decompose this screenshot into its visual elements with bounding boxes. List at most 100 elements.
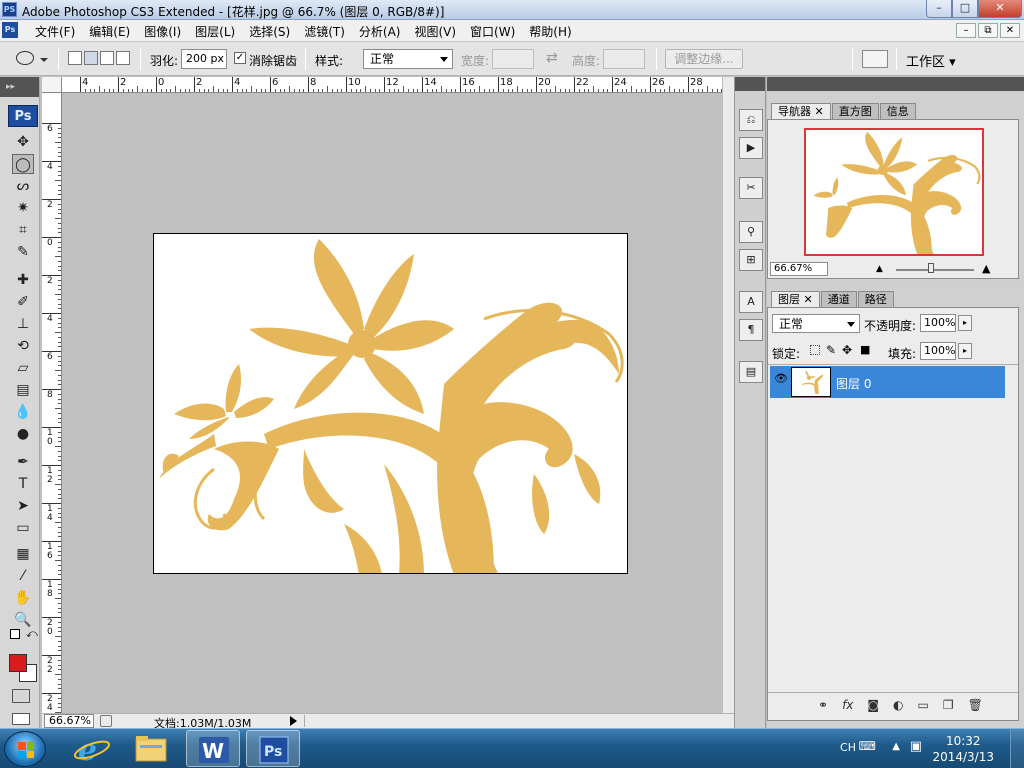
new-group-icon[interactable]: ▭ bbox=[918, 698, 929, 712]
link-layers-icon[interactable]: ⚭ bbox=[818, 698, 828, 712]
type-tool-icon[interactable]: T bbox=[12, 474, 34, 494]
eraser-tool-icon[interactable]: ▱ bbox=[12, 358, 34, 378]
new-selection-icon[interactable] bbox=[68, 51, 82, 65]
new-layer-icon[interactable]: ❐ bbox=[943, 698, 954, 712]
navigator-zoom-input[interactable]: 66.67% bbox=[770, 262, 828, 276]
intersect-selection-icon[interactable] bbox=[116, 51, 130, 65]
add-mask-icon[interactable]: ◙ bbox=[867, 698, 879, 712]
fill-input[interactable]: 100% bbox=[920, 342, 956, 360]
height-input[interactable] bbox=[603, 49, 645, 69]
tool-presets-icon[interactable]: ✂ bbox=[739, 177, 763, 199]
add-selection-icon[interactable] bbox=[84, 51, 98, 65]
menu-analysis[interactable]: 分析(A) bbox=[352, 23, 408, 40]
lock-all-icon[interactable]: ■ bbox=[860, 343, 870, 356]
clock[interactable]: 10:32 2014/3/13 bbox=[932, 733, 994, 765]
minimize-button[interactable]: – bbox=[926, 0, 952, 18]
layer-thumbnail[interactable] bbox=[791, 367, 831, 397]
navigator-preview[interactable] bbox=[804, 128, 984, 256]
tab-navigator[interactable]: 导航器 ✕ bbox=[771, 103, 831, 119]
history-brush-tool-icon[interactable]: ⟲ bbox=[12, 336, 34, 356]
foreground-color-swatch[interactable] bbox=[9, 654, 27, 672]
subtract-selection-icon[interactable] bbox=[100, 51, 114, 65]
panel-dock-header[interactable] bbox=[735, 77, 765, 91]
maximize-button[interactable]: □ bbox=[952, 0, 978, 18]
taskbar-ie[interactable]: e bbox=[64, 730, 118, 768]
show-hidden-icons-icon[interactable]: ▲ bbox=[892, 741, 900, 752]
gradient-tool-icon[interactable]: ▤ bbox=[12, 380, 34, 400]
menu-layer[interactable]: 图层(L) bbox=[188, 23, 242, 40]
panels-header[interactable] bbox=[767, 77, 1024, 91]
opacity-dropdown-icon[interactable]: ▸ bbox=[958, 315, 972, 331]
pen-tool-icon[interactable]: ✒ bbox=[12, 452, 34, 472]
brush-tool-icon[interactable]: ✐ bbox=[12, 292, 34, 312]
network-icon[interactable]: ▣ bbox=[910, 739, 922, 754]
zoom-slider[interactable] bbox=[896, 269, 974, 271]
fill-dropdown-icon[interactable]: ▸ bbox=[958, 343, 972, 359]
dodge-tool-icon[interactable]: ● bbox=[12, 424, 34, 444]
menu-select[interactable]: 选择(S) bbox=[242, 23, 297, 40]
start-button[interactable] bbox=[4, 731, 46, 767]
antialias-checkbox[interactable]: ✓ bbox=[234, 52, 246, 64]
magic-wand-tool-icon[interactable]: ✷ bbox=[12, 198, 34, 218]
actions-panel-icon[interactable]: ▶ bbox=[739, 137, 763, 159]
screen-mode-icon[interactable] bbox=[12, 713, 30, 725]
zoom-slider-handle[interactable] bbox=[928, 263, 934, 273]
default-colors-icon[interactable] bbox=[10, 629, 20, 639]
slice-tool-icon[interactable]: ✎ bbox=[12, 242, 34, 262]
rectangle-tool-icon[interactable]: ▭ bbox=[12, 518, 34, 538]
input-language-indicator[interactable]: CH bbox=[840, 741, 856, 754]
brushes-panel-icon[interactable]: ⚲ bbox=[739, 221, 763, 243]
bridge-icon[interactable] bbox=[862, 50, 888, 68]
zoom-out-icon[interactable]: ▲ bbox=[876, 264, 883, 274]
show-desktop-button[interactable] bbox=[1010, 729, 1024, 768]
style-select[interactable]: 正常 bbox=[363, 49, 453, 69]
blend-mode-select[interactable]: 正常 bbox=[772, 314, 860, 333]
hand-tool-icon[interactable]: ✋ bbox=[12, 588, 34, 608]
clone-source-icon[interactable]: ⊞ bbox=[739, 249, 763, 271]
taskbar-word[interactable]: W bbox=[186, 730, 240, 767]
menu-filter[interactable]: 滤镜(T) bbox=[297, 23, 352, 40]
path-selection-tool-icon[interactable]: ➤ bbox=[12, 496, 34, 516]
fx-icon[interactable]: fx bbox=[842, 698, 853, 712]
crop-tool-icon[interactable]: ⌗ bbox=[12, 220, 34, 240]
horizontal-ruler[interactable]: 4 2 0 2 4 6 8 10 12 14 16 18 20 22 24 26 28 bbox=[62, 77, 722, 93]
history-panel-icon[interactable]: ⎌ bbox=[739, 109, 763, 131]
menu-image[interactable]: 图像(I) bbox=[137, 23, 188, 40]
doc-close-button[interactable]: ✕ bbox=[1000, 23, 1020, 38]
lock-position-icon[interactable]: ✥ bbox=[842, 343, 852, 357]
elliptical-marquee-tool-icon[interactable]: ◯ bbox=[12, 154, 34, 174]
swap-icon[interactable]: ⇄ bbox=[546, 50, 558, 66]
notes-tool-icon[interactable]: ▦ bbox=[12, 544, 34, 564]
menu-view[interactable]: 视图(V) bbox=[407, 23, 463, 40]
lock-transparent-icon[interactable] bbox=[810, 345, 820, 355]
tab-layers[interactable]: 图层 ✕ bbox=[771, 291, 820, 307]
width-input[interactable] bbox=[492, 49, 534, 69]
keyboard-icon[interactable]: ⌨ bbox=[859, 739, 876, 753]
doc-restore-button[interactable]: ⧉ bbox=[978, 23, 998, 38]
zoom-in-icon[interactable]: ▲ bbox=[982, 262, 990, 275]
horizontal-scrollbar[interactable] bbox=[304, 715, 714, 727]
tool-preset-ellipse-icon[interactable] bbox=[16, 51, 34, 65]
quick-mask-icon[interactable] bbox=[12, 689, 30, 703]
layer-row[interactable]: 👁 图层 0 bbox=[770, 366, 1005, 398]
eye-icon[interactable]: 👁 bbox=[774, 372, 788, 390]
tab-paths[interactable]: 路径 bbox=[857, 291, 894, 307]
eyedropper-tool-icon[interactable]: ⁄ bbox=[12, 566, 34, 586]
ruler-corner[interactable] bbox=[42, 77, 62, 93]
zoom-input[interactable]: 66.67% bbox=[44, 714, 94, 728]
opacity-input[interactable]: 100% bbox=[920, 314, 956, 332]
blur-tool-icon[interactable]: 💧 bbox=[12, 402, 34, 422]
menu-file[interactable]: 文件(F) bbox=[28, 23, 82, 40]
taskbar-explorer[interactable] bbox=[124, 730, 178, 767]
clone-stamp-tool-icon[interactable]: ⊥ bbox=[12, 314, 34, 334]
delete-layer-icon[interactable]: 🗑 bbox=[968, 698, 983, 712]
lock-pixels-icon[interactable]: ✎ bbox=[826, 343, 836, 357]
swap-colors-icon[interactable]: ⤺ bbox=[26, 627, 38, 641]
menu-window[interactable]: 窗口(W) bbox=[463, 23, 522, 40]
workspace-menu[interactable]: 工作区 ▾ bbox=[906, 51, 956, 70]
feather-input[interactable]: 200 px bbox=[181, 49, 227, 69]
healing-brush-tool-icon[interactable]: ✚ bbox=[12, 270, 34, 290]
move-tool-icon[interactable]: ✥ bbox=[12, 132, 34, 152]
toolbox-header[interactable]: ▸▸ bbox=[0, 77, 39, 97]
taskbar-photoshop[interactable]: Ps bbox=[246, 730, 300, 767]
